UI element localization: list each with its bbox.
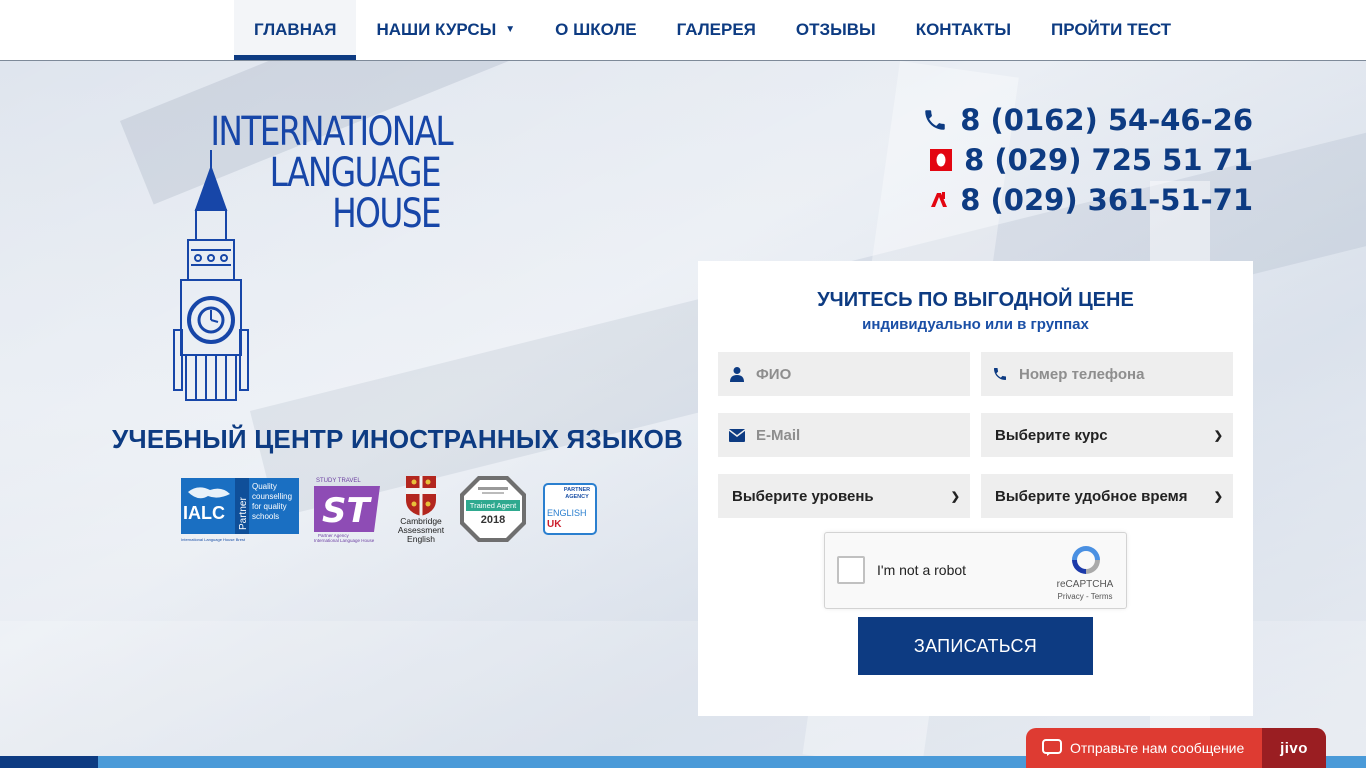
name-field[interactable]: [718, 352, 970, 396]
school-title: УЧЕБНЫЙ ЦЕНТР ИНОСТРАННЫХ ЯЗЫКОВ: [112, 424, 683, 454]
chevron-down-icon: ❯: [950, 490, 960, 503]
trained-agent-badge[interactable]: Trained Agent 2018: [458, 474, 528, 544]
chevron-down-icon: ❯: [1213, 490, 1223, 503]
chevron-down-icon: ▼: [505, 23, 516, 35]
name-input[interactable]: [756, 352, 966, 396]
svg-text:Trained Agent: Trained Agent: [470, 501, 517, 510]
envelope-icon: [718, 428, 756, 442]
nav-item-gallery[interactable]: ГАЛЕРЕЯ: [657, 0, 776, 60]
mts-icon: [930, 149, 953, 171]
recaptcha-label: I'm not a robot: [877, 562, 967, 578]
nav-item-label: ГАЛЕРЕЯ: [676, 20, 756, 39]
logo-line-1: INTERNATIONAL: [210, 109, 453, 155]
nav-item-courses[interactable]: НАШИ КУРСЫ ▼: [356, 0, 535, 60]
a1-icon: [930, 191, 948, 209]
phone-number: 8 (029) 725 51 71: [964, 143, 1253, 177]
nav-item-label: ОТЗЫВЫ: [795, 20, 876, 39]
phone-line-2[interactable]: 8 (029) 725 51 71: [922, 140, 1253, 180]
svg-text:English: English: [407, 534, 435, 544]
submit-button[interactable]: ЗАПИСАТЬСЯ: [858, 617, 1093, 675]
jivo-logo: jivo: [1262, 728, 1326, 768]
footer-strip-accent: [0, 756, 98, 768]
chevron-down-icon: ❯: [1213, 429, 1223, 442]
nav-item-home[interactable]: ГЛАВНАЯ: [234, 0, 357, 60]
user-icon: [718, 366, 756, 382]
nav-item-about[interactable]: О ШКОЛЕ: [535, 0, 656, 60]
svg-text:ST: ST: [322, 491, 372, 531]
svg-text:schools: schools: [252, 512, 279, 521]
phone-icon: [922, 107, 948, 133]
svg-text:2018: 2018: [481, 514, 505, 526]
recaptcha-icon: [1072, 546, 1100, 574]
ialc-partner-logo[interactable]: IALC Partner Quality counselling for qua…: [180, 474, 302, 544]
signup-form-card: УЧИТЕСЬ ПО ВЫГОДНОЙ ЦЕНЕ индивидуально и…: [698, 261, 1253, 716]
svg-text:Quality: Quality: [252, 482, 277, 491]
email-field[interactable]: [718, 413, 970, 457]
contact-phones: 8 (0162) 54-46-26 8 (029) 725 51 71 8 (0…: [922, 100, 1253, 220]
nav-item-label: О ШКОЛЕ: [555, 20, 637, 39]
svg-text:International Language House B: International Language House Brest: [181, 537, 246, 542]
nav-item-test[interactable]: ПРОЙТИ ТЕСТ: [1031, 0, 1191, 60]
nav-item-label: ГЛАВНАЯ: [254, 20, 337, 39]
svg-text:International Language House: International Language House: [314, 538, 375, 543]
nav-item-label: КОНТАКТЫ: [915, 20, 1011, 39]
recaptcha-links[interactable]: Privacy - Terms: [1045, 592, 1125, 601]
cambridge-logo[interactable]: Cambridge Assessment English: [394, 474, 450, 544]
phone-line-1[interactable]: 8 (0162) 54-46-26: [922, 100, 1253, 140]
svg-text:ENGLISH: ENGLISH: [547, 508, 587, 518]
time-select-value: Выберите удобное время: [995, 487, 1188, 505]
form-subtitle: индивидуально или в группах: [862, 316, 1089, 333]
phone-number: 8 (029) 361-51-71: [960, 183, 1253, 217]
email-input[interactable]: [756, 413, 966, 457]
svg-text:UK: UK: [547, 519, 562, 530]
nav-item-label: НАШИ КУРСЫ: [376, 20, 497, 39]
message-icon: [1042, 739, 1062, 757]
nav-item-reviews[interactable]: ОТЗЫВЫ: [776, 0, 896, 60]
english-uk-logo[interactable]: PARTNER AGENCY ENGLISH UK: [542, 474, 598, 544]
svg-text:IALC: IALC: [183, 503, 225, 523]
svg-text:Partner: Partner: [238, 497, 249, 530]
phone-field[interactable]: [981, 352, 1233, 396]
level-select-value: Выберите уровень: [732, 487, 874, 505]
svg-text:for quality: for quality: [252, 502, 287, 511]
site-logo[interactable]: INTERNATIONAL LANGUAGE HOUSE: [160, 109, 454, 404]
main-navigation: ГЛАВНАЯ НАШИ КУРСЫ ▼ О ШКОЛЕ ГАЛЕРЕЯ ОТЗЫ…: [0, 0, 1366, 61]
chat-widget-button[interactable]: Отправьте нам сообщение jivo: [1026, 728, 1326, 768]
nav-item-contacts[interactable]: КОНТАКТЫ: [896, 0, 1031, 60]
recaptcha-widget: I'm not a robot reCAPTCHA Privacy - Term…: [824, 532, 1127, 609]
phone-number: 8 (0162) 54-46-26: [960, 103, 1253, 137]
recaptcha-checkbox[interactable]: [837, 556, 865, 584]
time-select[interactable]: Выберите удобное время ❯: [981, 474, 1233, 518]
level-select[interactable]: Выберите уровень ❯: [718, 474, 970, 518]
nav-item-label: ПРОЙТИ ТЕСТ: [1051, 20, 1172, 39]
phone-icon: [981, 366, 1019, 382]
svg-text:AGENCY: AGENCY: [565, 494, 589, 500]
nav-menu: ГЛАВНАЯ НАШИ КУРСЫ ▼ О ШКОЛЕ ГАЛЕРЕЯ ОТЗЫ…: [234, 0, 1191, 60]
course-select-value: Выберите курс: [995, 426, 1108, 444]
form-title: УЧИТЕСЬ ПО ВЫГОДНОЙ ЦЕНЕ: [817, 289, 1134, 311]
phone-line-3[interactable]: 8 (029) 361-51-71: [922, 180, 1253, 220]
big-ben-icon: [173, 150, 249, 401]
svg-text:counselling: counselling: [252, 492, 292, 501]
svg-text:STUDY TRAVEL: STUDY TRAVEL: [316, 478, 361, 484]
chat-widget-label: Отправьте нам сообщение: [1070, 740, 1245, 756]
recaptcha-brand: reCAPTCHA: [1056, 579, 1114, 590]
svg-text:PARTNER: PARTNER: [564, 487, 590, 493]
phone-input[interactable]: [1019, 352, 1229, 396]
study-travel-logo[interactable]: STUDY TRAVEL ST Partner Agency Internati…: [312, 474, 384, 544]
course-select[interactable]: Выберите курс ❯: [981, 413, 1233, 457]
